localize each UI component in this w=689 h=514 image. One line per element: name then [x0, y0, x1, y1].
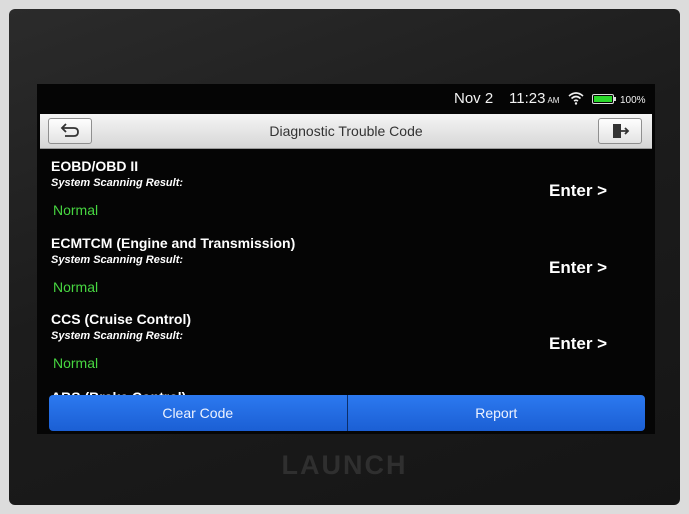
battery-cap [614, 97, 616, 101]
status-ampm: AM [547, 96, 560, 105]
status-time: 11:23 AM [509, 90, 559, 107]
system-item-eobd[interactable]: EOBD/OBD II System Scanning Result: Norm… [37, 150, 655, 226]
scan-result-status: Normal [53, 355, 99, 371]
enter-button[interactable]: Enter > [549, 181, 607, 201]
exit-icon [613, 124, 630, 138]
battery-icon [592, 94, 616, 104]
scan-result-status: Normal [53, 279, 99, 295]
bottom-action-bar: Clear Code Report [49, 395, 645, 431]
status-bar: Nov 2 11:23 AM 100% [37, 84, 655, 110]
title-bar: Diagnostic Trouble Code [40, 114, 652, 149]
system-item-ccs[interactable]: CCS (Cruise Control) System Scanning Res… [37, 303, 655, 379]
battery-fill [594, 96, 612, 102]
scan-result-label: System Scanning Result: [51, 330, 184, 342]
system-item-ecmtcm[interactable]: ECMTCM (Engine and Transmission) System … [37, 227, 655, 303]
scan-result-label: System Scanning Result: [51, 177, 184, 189]
enter-button[interactable]: Enter > [549, 258, 607, 278]
clear-code-button[interactable]: Clear Code [49, 395, 348, 431]
device-screen: Nov 2 11:23 AM 100% Diagnostic Trouble Co… [37, 84, 655, 434]
status-date: Nov 2 [454, 90, 494, 107]
device-brand-logo: LAUNCH [281, 450, 408, 480]
report-button[interactable]: Report [347, 395, 645, 431]
system-name: CCS (Cruise Control) [51, 311, 191, 327]
page-title: Diagnostic Trouble Code [269, 123, 423, 139]
system-name: ECMTCM (Engine and Transmission) [51, 235, 296, 251]
status-time-value: 11:23 [509, 90, 546, 107]
wifi-icon [568, 92, 584, 105]
system-name: EOBD/OBD II [51, 158, 139, 174]
scan-result-status: Normal [53, 202, 99, 218]
enter-button[interactable]: Enter > [549, 334, 607, 354]
scan-result-label: System Scanning Result: [51, 254, 184, 266]
battery-percent: 100% [620, 95, 646, 106]
exit-button[interactable] [598, 118, 642, 144]
